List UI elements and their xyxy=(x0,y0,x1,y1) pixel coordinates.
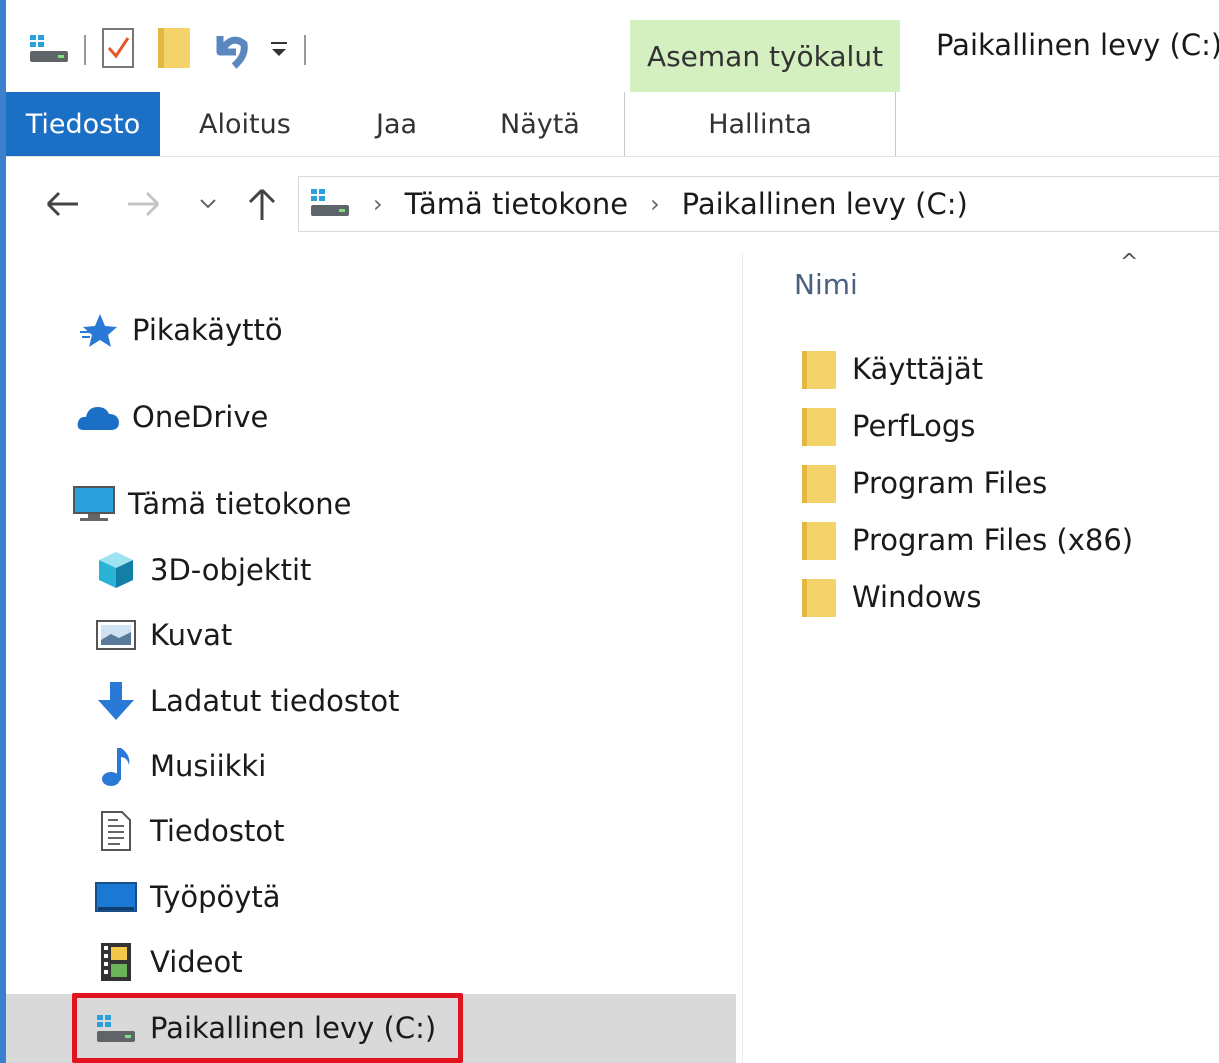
breadcrumb-local-disk[interactable]: Paikallinen levy (C:) xyxy=(682,187,968,221)
file-row[interactable]: Käyttäjät xyxy=(800,340,983,397)
desktop-icon xyxy=(94,875,138,919)
nav-item-label: OneDrive xyxy=(132,400,269,434)
quick-access-toolbar xyxy=(28,24,320,76)
nav-item-this-pc[interactable]: Tämä tietokone xyxy=(72,474,351,534)
file-row[interactable]: Program Files (x86) xyxy=(800,511,1133,568)
nav-item-label: Työpöytä xyxy=(150,880,281,914)
qat-separator xyxy=(304,35,306,65)
drive-icon[interactable] xyxy=(28,31,70,69)
file-row[interactable]: Windows xyxy=(800,568,981,625)
nav-item-3d-objects[interactable]: 3D-objektit xyxy=(94,540,311,600)
file-row[interactable]: PerfLogs xyxy=(800,397,975,454)
nav-item-videos[interactable]: Videot xyxy=(94,932,243,992)
title-bar: Aseman työkalut Paikallinen levy (C:) xyxy=(6,0,1219,92)
nav-item-label: Pikakäyttö xyxy=(132,313,283,347)
forward-button[interactable] xyxy=(122,182,166,226)
file-name: Windows xyxy=(852,579,982,614)
file-row[interactable]: Program Files xyxy=(800,454,1047,511)
file-name: Program Files (x86) xyxy=(852,522,1134,557)
context-tool-group-label: Aseman työkalut xyxy=(630,20,900,92)
qat-separator xyxy=(84,35,86,65)
breadcrumb-this-pc[interactable]: Tämä tietokone xyxy=(405,187,628,221)
nav-item-pictures[interactable]: Kuvat xyxy=(94,605,232,665)
quick-access-star-icon xyxy=(76,308,120,352)
pictures-icon xyxy=(94,613,138,657)
file-name: Program Files xyxy=(852,465,1048,500)
nav-item-onedrive[interactable]: OneDrive xyxy=(76,387,268,447)
address-bar[interactable]: › Tämä tietokone › Paikallinen levy (C:) xyxy=(298,176,1219,232)
videos-icon xyxy=(94,940,138,984)
nav-item-desktop[interactable]: Työpöytä xyxy=(94,867,281,927)
nav-item-label: Kuvat xyxy=(150,618,233,652)
sort-ascending-icon: ^ xyxy=(1120,250,1139,275)
music-icon xyxy=(94,744,138,788)
folder-icon xyxy=(802,350,836,389)
back-button[interactable] xyxy=(40,182,84,226)
file-name: Käyttäjät xyxy=(852,351,984,386)
documents-icon xyxy=(94,809,138,853)
tab-manage[interactable]: Hallinta xyxy=(624,92,896,156)
nav-item-label: Ladatut tiedostot xyxy=(150,684,400,718)
nav-item-quick-access[interactable]: Pikakäyttö xyxy=(76,300,283,360)
tab-view[interactable]: Näytä xyxy=(500,92,580,156)
window-title: Paikallinen levy (C:) xyxy=(936,28,1219,62)
computer-icon xyxy=(72,482,116,526)
customize-qat-icon[interactable] xyxy=(268,33,290,67)
nav-item-label: Videot xyxy=(150,945,243,979)
3d-objects-icon xyxy=(94,548,138,592)
folder-icon xyxy=(802,407,836,446)
nav-item-label: Tämä tietokone xyxy=(128,487,352,521)
folder-icon xyxy=(802,578,836,617)
nav-item-label: Tiedostot xyxy=(150,814,285,848)
nav-item-documents[interactable]: Tiedostot xyxy=(94,801,284,861)
highlight-annotation-box xyxy=(72,993,463,1063)
nav-item-downloads[interactable]: Ladatut tiedostot xyxy=(94,671,399,731)
recent-locations-button[interactable] xyxy=(186,182,230,226)
breadcrumb-chevron-icon[interactable]: › xyxy=(650,190,660,218)
downloads-icon xyxy=(94,679,138,723)
pane-divider[interactable] xyxy=(742,254,743,1063)
undo-icon[interactable] xyxy=(210,26,250,74)
up-button[interactable] xyxy=(240,182,284,226)
breadcrumb-chevron-icon[interactable]: › xyxy=(373,190,383,218)
nav-item-label: Musiikki xyxy=(150,749,267,783)
ribbon-tabs: Tiedosto Aloitus Jaa Näytä Hallinta xyxy=(6,92,1219,157)
tab-file[interactable]: Tiedosto xyxy=(6,92,160,156)
file-name: PerfLogs xyxy=(852,408,976,443)
new-folder-icon[interactable] xyxy=(156,24,192,76)
tab-home[interactable]: Aloitus xyxy=(199,92,291,156)
navigation-bar: › Tämä tietokone › Paikallinen levy (C:) xyxy=(6,172,1219,236)
address-drive-icon xyxy=(309,185,351,223)
folder-icon xyxy=(802,464,836,503)
folder-icon xyxy=(802,521,836,560)
onedrive-cloud-icon xyxy=(76,395,120,439)
column-header-name[interactable]: Nimi xyxy=(794,268,858,301)
nav-item-music[interactable]: Musiikki xyxy=(94,736,266,796)
tab-share[interactable]: Jaa xyxy=(376,92,417,156)
nav-item-label: 3D-objektit xyxy=(150,553,312,587)
properties-icon[interactable] xyxy=(100,26,138,74)
navigation-pane: Pikakäyttö OneDrive Tämä tietokone 3D-ob… xyxy=(6,236,742,1063)
